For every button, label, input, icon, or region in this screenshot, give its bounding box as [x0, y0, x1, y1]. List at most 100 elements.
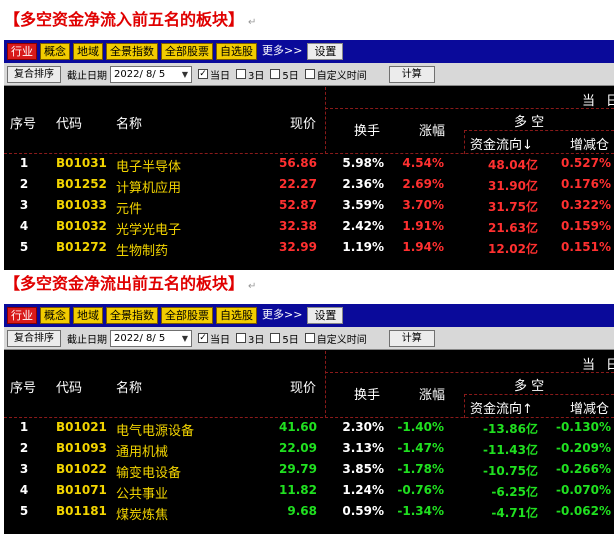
turnover-rate: 3.85%	[342, 462, 384, 476]
table-row[interactable]: 3 B01022 输变电设备 29.79 3.85% -1.78% -10.75…	[4, 460, 614, 481]
tab-watchlist[interactable]: 自选股	[216, 307, 257, 324]
col-header-price[interactable]: 现价	[290, 113, 316, 132]
header-divider	[325, 351, 326, 418]
price-change: 2.69%	[402, 177, 444, 191]
row-no: 5	[19, 240, 29, 254]
col-header-turnover[interactable]: 换手	[354, 384, 380, 403]
sector-name: 计算机应用	[116, 181, 182, 196]
row-no: 4	[19, 483, 29, 497]
table-row[interactable]: 5 B01272 生物制药 32.99 1.19% 1.94% 12.02亿 0…	[4, 238, 614, 259]
turnover-rate: 2.30%	[342, 420, 384, 434]
fund-flow: 48.04亿	[488, 158, 538, 172]
col-header-group: 多 空	[514, 379, 545, 394]
price-change: 4.54%	[402, 156, 444, 170]
calculate-button[interactable]: 计算	[388, 65, 435, 83]
period-header-right: 日	[606, 94, 614, 109]
composite-sort-button[interactable]: 复合排序	[7, 329, 61, 347]
col-header-name[interactable]: 名称	[116, 377, 142, 396]
settings-button[interactable]: 设置	[307, 307, 344, 324]
checkbox-box	[304, 333, 315, 343]
fund-flow: -11.43亿	[483, 443, 538, 457]
sector-code: B01071	[56, 483, 107, 497]
col-header-change[interactable]: 涨幅	[419, 384, 445, 403]
period-3day-label: 3日	[248, 70, 265, 82]
col-header-pct[interactable]: 增减仓	[570, 134, 609, 153]
current-price: 22.09	[279, 441, 317, 455]
period-custom-checkbox[interactable]: 自定义时间	[304, 331, 367, 346]
col-header-name[interactable]: 名称	[116, 113, 142, 132]
calculate-button[interactable]: 计算	[388, 329, 435, 347]
current-price: 52.87	[279, 198, 317, 212]
end-date-picker[interactable]: 2022/ 8/ 5 ▼	[110, 329, 192, 347]
checkbox-box: ✓	[198, 333, 208, 343]
tab-region[interactable]: 地域	[73, 307, 103, 324]
period-5day-checkbox[interactable]: 5日	[270, 67, 299, 82]
tab-industry[interactable]: 行业	[7, 307, 37, 324]
period-3day-label: 3日	[248, 334, 265, 346]
price-change: -0.76%	[397, 483, 444, 497]
col-header-turnover[interactable]: 换手	[354, 120, 380, 139]
col-header-flow-label: 资金流向	[470, 402, 523, 417]
table-row[interactable]: 5 B01181 煤炭炼焦 9.68 0.59% -1.34% -4.71亿 -…	[4, 502, 614, 523]
col-header-flow[interactable]: 资金流向↑	[470, 398, 533, 417]
settings-button[interactable]: 设置	[307, 43, 344, 60]
period-5day-label: 5日	[282, 334, 299, 346]
end-date-label: 截止日期	[67, 70, 107, 82]
tab-industry[interactable]: 行业	[7, 43, 37, 60]
tab-concept[interactable]: 概念	[40, 307, 70, 324]
table-row[interactable]: 1 B01021 电气电源设备 41.60 2.30% -1.40% -13.8…	[4, 418, 614, 439]
period-3day-checkbox[interactable]: 3日	[236, 331, 264, 346]
heading-outflow-text: 【多空资金净流出前五名的板块】	[4, 274, 245, 293]
col-header-no[interactable]: 序号	[10, 113, 36, 132]
tab-concept[interactable]: 概念	[40, 43, 70, 60]
period-5day-checkbox[interactable]: 5日	[270, 331, 299, 346]
turnover-rate: 3.59%	[342, 198, 384, 212]
period-custom-checkbox[interactable]: 自定义时间	[304, 67, 367, 82]
tab-watchlist[interactable]: 自选股	[216, 43, 257, 60]
col-header-no[interactable]: 序号	[10, 377, 36, 396]
sector-name: 生物制药	[116, 244, 169, 259]
more-button[interactable]: 更多>>	[260, 307, 304, 324]
sort-arrow-icon: ↑	[522, 402, 533, 417]
tab-panorama-index[interactable]: 全景指数	[106, 307, 158, 324]
table-row[interactable]: 2 B01252 计算机应用 22.27 2.36% 2.69% 31.90亿 …	[4, 175, 614, 196]
table-row[interactable]: 4 B01032 光学光电子 32.38 2.42% 1.91% 21.63亿 …	[4, 217, 614, 238]
sector-table: 当 日 序号 代码 名称 现价 换手 涨幅 多 空 资金流向↓ 增减仓 1 B0…	[4, 87, 614, 259]
tab-panorama-index[interactable]: 全景指数	[106, 43, 158, 60]
period-today-checkbox[interactable]: ✓ 当日	[198, 67, 230, 82]
price-change: 1.94%	[402, 240, 444, 254]
turnover-rate: 1.24%	[342, 483, 384, 497]
current-price: 56.86	[279, 156, 317, 170]
sector-code: B01031	[56, 156, 107, 170]
turnover-rate: 3.13%	[342, 441, 384, 455]
tab-region[interactable]: 地域	[73, 43, 103, 60]
col-header-price[interactable]: 现价	[290, 377, 316, 396]
tab-all-stocks[interactable]: 全部股票	[161, 307, 213, 324]
table-row[interactable]: 4 B01071 公共事业 11.82 1.24% -0.76% -6.25亿 …	[4, 481, 614, 502]
period-3day-checkbox[interactable]: 3日	[236, 67, 264, 82]
table-row[interactable]: 3 B01033 元件 52.87 3.59% 3.70% 31.75亿 0.3…	[4, 196, 614, 217]
end-date-picker[interactable]: 2022/ 8/ 5 ▼	[110, 65, 192, 83]
position-change: -0.209%	[556, 441, 611, 455]
col-header-flow[interactable]: 资金流向↓	[470, 134, 533, 153]
composite-sort-button[interactable]: 复合排序	[7, 65, 61, 83]
sector-table: 当 日 序号 代码 名称 现价 换手 涨幅 多 空 资金流向↑ 增减仓 1 B0…	[4, 351, 614, 523]
checkbox-box	[304, 69, 315, 79]
tab-all-stocks[interactable]: 全部股票	[161, 43, 213, 60]
col-header-change[interactable]: 涨幅	[419, 120, 445, 139]
row-no: 3	[19, 198, 29, 212]
col-header-code[interactable]: 代码	[56, 377, 82, 396]
table-row[interactable]: 1 B01031 电子半导体 56.86 5.98% 4.54% 48.04亿 …	[4, 154, 614, 175]
period-header-left: 当	[582, 358, 596, 373]
table-row[interactable]: 2 B01093 通用机械 22.09 3.13% -1.47% -11.43亿…	[4, 439, 614, 460]
period-today-checkbox[interactable]: ✓ 当日	[198, 331, 230, 346]
col-header-code[interactable]: 代码	[56, 113, 82, 132]
turnover-rate: 0.59%	[342, 504, 384, 518]
sector-name: 通用机械	[116, 445, 169, 460]
col-header-pct[interactable]: 增减仓	[570, 398, 609, 417]
checkbox-box	[270, 333, 281, 343]
more-button[interactable]: 更多>>	[260, 43, 304, 60]
heading-outflow: 【多空资金净流出前五名的板块】 ↵	[4, 272, 256, 296]
period-today-label: 当日	[210, 334, 230, 346]
period-header-right: 日	[606, 358, 614, 373]
